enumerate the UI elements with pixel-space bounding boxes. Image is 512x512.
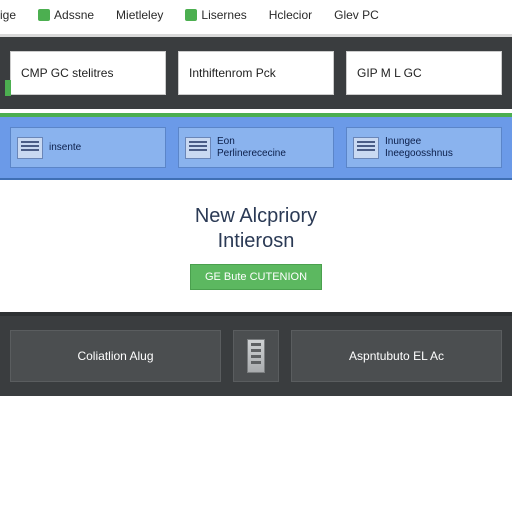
nav-label: Lisernes <box>201 8 246 22</box>
panel-label: Aspntubuto EL Ac <box>349 349 444 363</box>
top-panel-row: CMP GC stelitres Inthiftenrom Pck GIP M … <box>0 34 512 109</box>
nav-item-1[interactable]: Adssne <box>38 8 94 22</box>
nav-item-4[interactable]: Hclecior <box>269 8 312 22</box>
nav-label: Hclecior <box>269 8 312 22</box>
bottom-panel-1[interactable]: Aspntubuto EL Ac <box>291 330 502 382</box>
top-nav: ige Adssne Mietleley Lisernes Hclecior G… <box>0 0 512 34</box>
panel-label: CMP GC stelitres <box>21 66 113 80</box>
nav-label: ige <box>0 8 16 22</box>
server-panel[interactable] <box>233 330 279 382</box>
bottom-panel-row: Coliatlion Alug Aspntubuto EL Ac <box>0 312 512 396</box>
blue-card-2[interactable]: Inungee Ineegoosshnus <box>346 127 502 168</box>
blue-card-1[interactable]: Eon Perlinerececine <box>178 127 334 168</box>
top-panel-0[interactable]: CMP GC stelitres <box>10 51 166 95</box>
headline-line2: Intierosn <box>195 229 317 254</box>
card-line2: Ineegoosshnus <box>385 148 453 160</box>
blue-band: insente Eon Perlinerececine Inungee Inee… <box>0 113 512 180</box>
card-line2: Perlinerececine <box>217 148 286 160</box>
nav-label: Adssne <box>54 8 94 22</box>
bottom-panel-0[interactable]: Coliatlion Alug <box>10 330 221 382</box>
card-line1: Eon <box>217 136 286 148</box>
nav-item-0[interactable]: ige <box>0 8 16 22</box>
server-icon <box>247 339 265 373</box>
panel-label: GIP M L GC <box>357 66 422 80</box>
nav-item-3[interactable]: Lisernes <box>185 8 246 22</box>
cta-button[interactable]: GE Bute CUTENION <box>190 264 322 290</box>
doc-icon <box>353 137 379 159</box>
doc-icon <box>185 137 211 159</box>
headline: New Alcpriory Intierosn <box>195 204 317 254</box>
headline-line1: New Alcpriory <box>195 204 317 229</box>
badge-icon <box>38 9 50 21</box>
nav-label: Glev PC <box>334 8 379 22</box>
center-area: New Alcpriory Intierosn GE Bute CUTENION <box>0 180 512 298</box>
badge-icon <box>185 9 197 21</box>
doc-icon <box>17 137 43 159</box>
blue-card-0[interactable]: insente <box>10 127 166 168</box>
panel-label: Coliatlion Alug <box>77 349 153 363</box>
card-line2: insente <box>49 142 81 154</box>
card-line1: Inungee <box>385 136 453 148</box>
nav-label: Mietleley <box>116 8 163 22</box>
top-panel-1[interactable]: Inthiftenrom Pck <box>178 51 334 95</box>
top-panel-2[interactable]: GIP M L GC <box>346 51 502 95</box>
nav-item-5[interactable]: Glev PC <box>334 8 379 22</box>
nav-item-2[interactable]: Mietleley <box>116 8 163 22</box>
panel-label: Inthiftenrom Pck <box>189 66 276 80</box>
cta-label: GE Bute CUTENION <box>205 271 307 283</box>
